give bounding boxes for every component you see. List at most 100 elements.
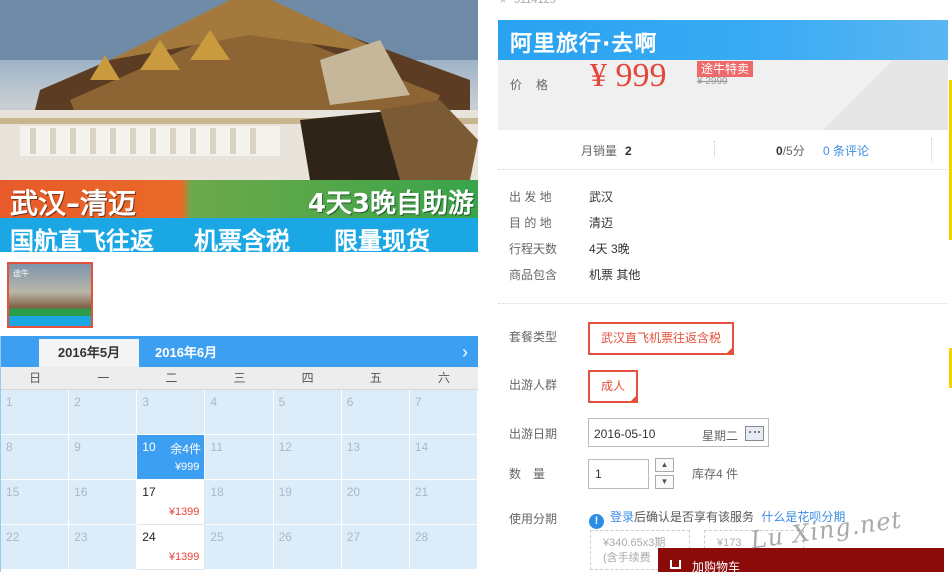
day-number: 1 (6, 395, 13, 409)
day-number: 15 (6, 485, 20, 499)
features-banner: 国航直飞往返 机票含税 限量现货 (0, 218, 478, 252)
info-key: 行程天数 (509, 242, 558, 256)
check-icon: ✓ (630, 384, 637, 390)
calendar-day-selected[interactable]: 10 余4件 ¥999 (137, 435, 206, 480)
weekday-label: 二 (165, 371, 178, 385)
day-number: 13 (346, 440, 361, 454)
calendar-day: 2 (69, 390, 138, 435)
quantity-label: 数 量 (509, 467, 546, 481)
star-icon[interactable]: ★ (498, 0, 508, 6)
day-number: 26 (278, 530, 292, 544)
tab-may[interactable]: 2016年5月 (39, 339, 139, 367)
promo-badge: 途牛特卖 (697, 61, 754, 77)
day-stock: 余4件 (170, 442, 201, 456)
tab-june[interactable]: 2016年6月 (155, 339, 217, 367)
day-number: 17 (142, 485, 156, 499)
sales-stats: 月销量 2 0/5分 0 条评论 (498, 138, 948, 162)
quantity-decrease-button[interactable]: ▼ (655, 475, 674, 489)
rating: 0/5分 (776, 142, 805, 159)
sku-number: 5114125 (513, 0, 556, 6)
info-value: 清迈 (589, 216, 614, 230)
day-number: 28 (414, 530, 429, 544)
calendar-day: 25 (205, 525, 274, 570)
calendar-day: 12 (273, 435, 342, 480)
divider (498, 303, 948, 304)
quantity-field[interactable] (588, 459, 650, 489)
calendar-day: 3 (137, 390, 206, 435)
calendar-day: 7 (409, 390, 478, 435)
day-number: 10 (142, 440, 156, 454)
info-key: 目 的 地 (509, 216, 552, 230)
day-number: 22 (6, 530, 20, 544)
reviews-link[interactable]: 0 条评论 (823, 142, 869, 159)
feature-direct-flight: 国航直飞往返 (10, 227, 154, 252)
calendar-day: 21 (409, 480, 478, 525)
calendar-icon[interactable] (745, 426, 764, 441)
day-number: 5 (278, 395, 286, 409)
gallery-thumbnail[interactable]: 途牛 (7, 262, 93, 328)
calendar-day[interactable]: 17 ¥1399 (137, 480, 206, 525)
chevron-down-icon: ▼ (660, 477, 669, 486)
day-number: 6 (346, 395, 354, 409)
quantity-input[interactable] (595, 461, 650, 487)
original-price: ¥ 2999 (697, 76, 728, 87)
info-value: 机票 其他 (589, 268, 641, 282)
brand-banner: 阿里旅行·去啊 (498, 20, 948, 60)
calendar-month-tabs: 2016年5月 2016年6月 › (1, 336, 478, 367)
info-value: 武汉 (589, 190, 614, 204)
calendar-day: 23 (69, 525, 138, 570)
departure-date-input[interactable]: 2016-05-10 星期二 (588, 418, 769, 447)
calendar-day: 28 (409, 525, 478, 570)
stats-separator (714, 141, 715, 157)
price-value: ¥ 999 (590, 57, 667, 94)
weekday-label: 一 (97, 371, 110, 385)
hero-image: 武汉–清迈 4天3晚自助游 国航直飞往返 机票含税 限量现货 (0, 0, 478, 252)
crowd-option-selected[interactable]: 成人 ✓ (588, 370, 639, 403)
calendar-day: 14 (409, 435, 478, 480)
calendar-day: 5 (273, 390, 342, 435)
quantity-increase-button[interactable]: ▲ (655, 458, 674, 472)
stock-count: 库存4 件 (692, 467, 739, 481)
calendar-day: 8 (1, 435, 70, 480)
add-to-cart-button[interactable]: 加购物车 (658, 548, 944, 572)
info-icon: ! (589, 514, 604, 529)
calendar-day: 15 (1, 480, 70, 525)
day-number: 14 (414, 440, 429, 454)
day-number: 18 (210, 485, 224, 499)
price-panel-decoration (758, 60, 948, 130)
stats-separator (931, 138, 932, 162)
calendar-day: 16 (69, 480, 138, 525)
calendar-day[interactable]: 24 ¥1399 (137, 525, 206, 570)
info-key: 商品包含 (509, 268, 558, 282)
crowd-label: 出游人群 (509, 378, 558, 392)
installment-label: 使用分期 (509, 512, 558, 526)
day-number: 16 (74, 485, 88, 499)
info-row: 目 的 地 清迈 (509, 214, 613, 231)
monthly-sales-value: 2 (625, 144, 632, 158)
weekday-label: 日 (29, 371, 42, 385)
package-option-selected[interactable]: 武汉直飞机票往返含税 ✓ (588, 322, 735, 355)
monthly-sales: 月销量 2 (581, 142, 632, 159)
info-value: 4天 3晚 (589, 242, 630, 256)
login-link[interactable]: 登录 (610, 510, 634, 524)
day-number: 9 (74, 440, 81, 454)
route-banner: 武汉–清迈 4天3晚自助游 (0, 180, 478, 220)
calendar-day: 26 (273, 525, 342, 570)
chevron-up-icon: ▲ (660, 460, 669, 469)
date-weekday: 星期二 (702, 429, 739, 443)
calendar-grid: 1 2 3 4 5 6 7 8 9 10 余4件 ¥999 11 12 13 14 15 16 17 ¥1399 18 1… (1, 390, 478, 570)
day-number: 3 (142, 395, 149, 409)
day-number: 8 (6, 440, 13, 454)
info-row: 出 发 地 武汉 (509, 188, 613, 205)
product-gallery: 武汉–清迈 4天3晚自助游 国航直飞往返 机票含税 限量现货 途牛 2016年5… (0, 0, 478, 572)
route-title: 武汉–清迈 (10, 187, 137, 220)
weekday-label: 六 (437, 371, 450, 385)
product-detail: ★ 5114125 阿里旅行·去啊 价格 ¥ 999 途牛特卖 ¥ 2999 月销… (498, 0, 952, 572)
calendar-day: 1 (1, 390, 70, 435)
calendar-day: 11 (205, 435, 274, 480)
chevron-right-icon[interactable]: › (462, 342, 468, 363)
day-number: 27 (346, 530, 361, 544)
day-number: 21 (414, 485, 429, 499)
calendar-day: 22 (1, 525, 70, 570)
add-to-cart-label: 加购物车 (692, 560, 741, 572)
